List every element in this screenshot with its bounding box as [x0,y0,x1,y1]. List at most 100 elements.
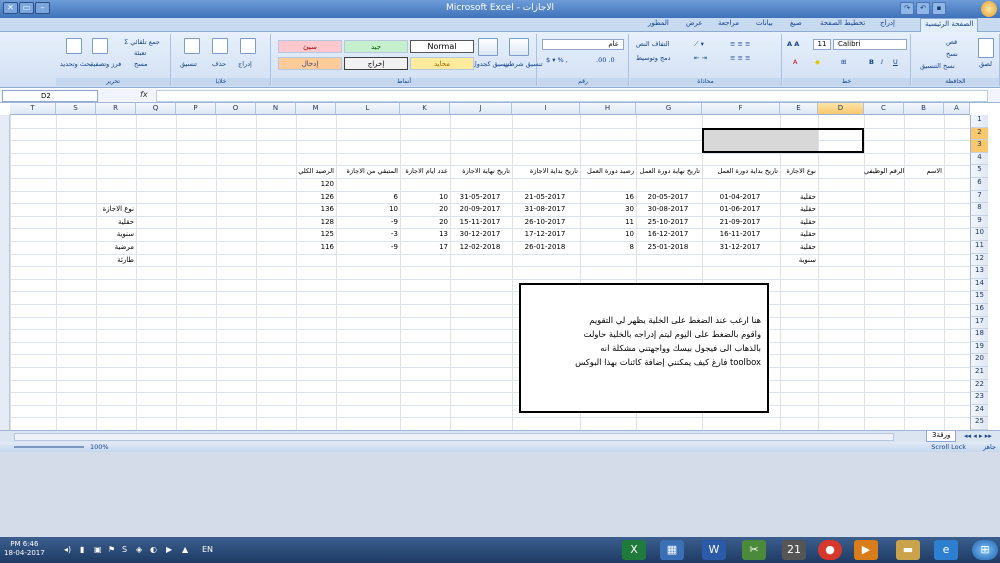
cell-m9[interactable]: 128 [296,216,334,228]
insert-cells-icon[interactable] [240,38,256,54]
cell-g9[interactable]: 25-10-2017 [636,216,700,228]
cell-g7[interactable]: 20-05-2017 [636,191,700,203]
cell-f8[interactable]: 01-06-2017 [702,203,778,215]
row-header-19[interactable]: 19 [970,341,988,355]
column-header-n[interactable]: N [256,103,296,115]
cell-r10[interactable]: سنوية [96,228,134,240]
cell-f7[interactable]: 01-04-2017 [702,191,778,203]
tab-home[interactable]: الصفحة الرئيسية [920,18,979,32]
find-select-icon[interactable] [66,38,82,54]
cell-l9[interactable]: -9 [336,216,398,228]
align-top-icon[interactable]: ≡ ≡ ≡ [730,40,750,48]
align-left-icon[interactable]: ≡ ≡ ≡ [730,54,750,62]
row-header-14[interactable]: 14 [970,278,988,292]
column-header-f[interactable]: F [702,103,780,115]
font-size-select[interactable]: 11 [813,39,831,50]
tab-data[interactable]: بيانات [756,19,773,27]
cell-r11[interactable]: مرضية [96,241,134,253]
column-header-j[interactable]: J [450,103,512,115]
font-name-select[interactable]: Calibri [833,39,907,50]
office-button[interactable] [981,1,997,17]
style-output[interactable]: إخراج [344,57,408,70]
paste-icon[interactable] [978,38,994,58]
cell-l11[interactable]: -9 [336,241,398,253]
zoom-slider[interactable] [14,446,84,448]
column-header-e[interactable]: E [780,103,818,115]
cut-button[interactable]: قص [946,38,957,46]
cell-k8[interactable]: 20 [400,203,448,215]
cell-e12[interactable]: سنوية [780,254,816,266]
cell-b5[interactable]: الاسم [904,158,942,184]
cell-m10[interactable]: 125 [296,228,334,240]
cell-i9[interactable]: 26-10-2017 [512,216,578,228]
tool-taskbar-icon[interactable]: ✂ [742,540,766,560]
cell-g5[interactable]: تاريخ نهاية دورة العمل [636,158,700,184]
column-header-l[interactable]: L [336,103,400,115]
column-header-q[interactable]: Q [136,103,176,115]
cell-j11[interactable]: 12-02-2018 [450,241,510,253]
sheet-nav-icon[interactable]: ◂◂ ◂ ▸ ▸▸ [964,432,992,440]
start-button[interactable]: ⊞ [972,540,998,560]
row-header-9[interactable]: 9 [970,215,988,229]
tab-formulas[interactable]: صيغ [790,19,802,27]
orientation-icon[interactable]: ⟋ ▾ [694,40,704,49]
word-taskbar-icon[interactable]: W [702,540,726,560]
column-header-g[interactable]: G [636,103,702,115]
row-header-18[interactable]: 18 [970,329,988,342]
cell-j9[interactable]: 15-11-2017 [450,216,510,228]
cell-f11[interactable]: 31-12-2017 [702,241,778,253]
row-header-11[interactable]: 11 [970,241,988,254]
column-header-c[interactable]: C [864,103,904,115]
indent-icon[interactable]: ⇤ ⇥ [694,54,707,62]
cell-i5[interactable]: تاريخ بداية الاجازة [512,158,578,184]
media-player-taskbar-icon[interactable]: ▶ [854,540,878,560]
row-header-17[interactable]: 17 [970,316,988,330]
cell-g10[interactable]: 16-12-2017 [636,228,700,240]
column-header-o[interactable]: O [216,103,256,115]
row-header-12[interactable]: 12 [970,253,988,267]
row-header-2[interactable]: 2 [970,127,988,141]
cell-e11[interactable]: حقلية [780,241,816,253]
spreadsheet-grid[interactable]: TSRQPONMLKJIHGFEDCBA 1 2 3 4 5 6 7 8 9 10 11 12 13 14… [0,103,1000,438]
bold-icon[interactable]: B [869,58,874,66]
action-center-icon[interactable]: ⚑ [108,545,115,554]
vertical-scrollbar[interactable] [0,115,10,438]
column-header-p[interactable]: P [176,103,216,115]
language-indicator[interactable]: EN [202,545,213,554]
cell-e8[interactable]: حقلية [780,203,816,215]
row-header-4[interactable]: 4 [970,152,988,166]
cell-l10[interactable]: -3 [336,228,398,240]
row-header-22[interactable]: 22 [970,379,988,393]
borders-icon[interactable]: ⊞ [841,58,846,66]
cell-r12[interactable]: طارئة [96,254,134,266]
explorer-taskbar-icon[interactable]: ▦ [660,540,684,560]
paste-label[interactable]: لصق [979,60,992,68]
copy-button[interactable]: نسخ [946,50,958,58]
number-format-select[interactable]: عام [542,39,624,50]
merge-center-button[interactable]: دمج وتوسيط [636,54,671,62]
cell-j5[interactable]: تاريخ نهاية الاجازة [450,158,510,184]
cell-j7[interactable]: 31-05-2017 [450,191,510,203]
cell-h7[interactable]: 16 [580,191,634,203]
cell-r9[interactable]: حقلية [96,216,134,228]
clock[interactable]: PM 6:46 18-04-2017 [4,540,45,558]
cell-h10[interactable]: 10 [580,228,634,240]
cell-e10[interactable]: حقلية [780,228,816,240]
row-header-8[interactable]: 8 [970,203,988,216]
tab-review[interactable]: مراجعة [718,19,739,27]
shield-icon[interactable]: ◈ [136,545,142,554]
row-header-15[interactable]: 15 [970,291,988,304]
cell-i8[interactable]: 31-08-2017 [512,203,578,215]
currency-icon[interactable]: $ ▾ % , [546,56,568,64]
italic-icon[interactable]: I [881,58,883,66]
cell-m8[interactable]: 136 [296,203,334,215]
save-icon[interactable]: ▪ [932,2,946,15]
cell-i7[interactable]: 21-05-2017 [512,191,578,203]
usb-icon[interactable]: ▣ [94,545,102,554]
folder-taskbar-icon[interactable]: ▬ [896,540,920,560]
style-bad[interactable]: سيئ [278,40,342,53]
find-select-button[interactable]: بحث وتحديد [60,60,92,68]
row-header-5[interactable]: 5 [970,165,988,178]
autosum-button[interactable]: Σ جمع تلقائي [124,38,160,46]
row-header-16[interactable]: 16 [970,304,988,317]
